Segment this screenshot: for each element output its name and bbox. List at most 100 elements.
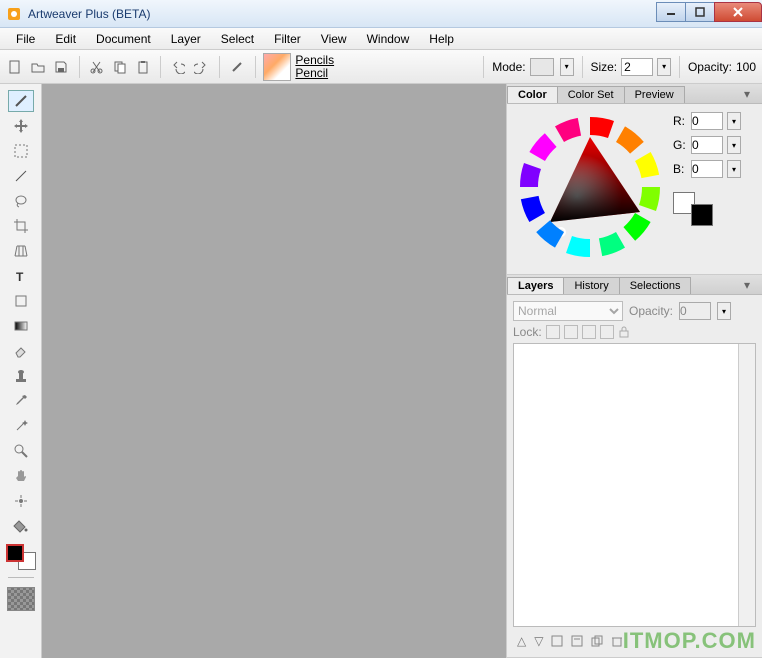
menu-help[interactable]: Help — [421, 30, 462, 48]
b-dd[interactable]: ▾ — [727, 160, 741, 178]
lock-position-icon[interactable] — [564, 325, 578, 339]
layer-opacity-label: Opacity: — [629, 304, 673, 318]
brush-category[interactable]: Pencils — [295, 54, 475, 67]
tool-wand[interactable] — [8, 415, 34, 437]
maximize-button[interactable] — [685, 2, 715, 22]
layer-down-icon[interactable]: ▽ — [534, 634, 543, 648]
mode-field: Mode: ▾ — [492, 58, 573, 76]
tool-lasso[interactable] — [8, 190, 34, 212]
mini-color-swatches[interactable] — [673, 192, 713, 226]
color-panel: Color Color Set Preview ▾ — [507, 84, 762, 275]
menu-view[interactable]: View — [313, 30, 355, 48]
new-file-icon[interactable] — [6, 56, 25, 78]
brush-variant[interactable]: Pencil — [295, 67, 475, 80]
duplicate-layer-icon[interactable] — [591, 635, 603, 647]
size-input[interactable] — [621, 58, 653, 76]
titlebar: Artweaver Plus (BETA) — [0, 0, 762, 28]
lock-all-icon[interactable] — [600, 325, 614, 339]
app-icon — [6, 6, 22, 22]
menu-edit[interactable]: Edit — [47, 30, 84, 48]
tool-hand[interactable] — [8, 465, 34, 487]
size-field: Size: ▾ — [590, 58, 671, 76]
opacity-value: 100 — [736, 60, 756, 74]
open-file-icon[interactable] — [29, 56, 48, 78]
lock-icon — [618, 326, 630, 338]
tab-preview[interactable]: Preview — [624, 86, 685, 103]
layer-opacity-input[interactable] — [679, 302, 711, 320]
tab-color-set[interactable]: Color Set — [557, 86, 625, 103]
panel-menu-icon[interactable]: ▾ — [744, 87, 758, 99]
tool-text[interactable]: T — [8, 265, 34, 287]
tool-gradient[interactable] — [8, 315, 34, 337]
r-dd[interactable]: ▾ — [727, 112, 741, 130]
opacity-label: Opacity: — [688, 60, 732, 74]
foreground-color-swatch[interactable] — [6, 544, 24, 562]
layer-up-icon[interactable]: △ — [517, 634, 526, 648]
paste-icon[interactable] — [133, 56, 152, 78]
redo-icon[interactable] — [192, 56, 211, 78]
g-input[interactable] — [691, 136, 723, 154]
new-group-icon[interactable] — [571, 635, 583, 647]
close-button[interactable] — [714, 2, 762, 22]
tool-eraser[interactable] — [8, 340, 34, 362]
mode-label: Mode: — [492, 60, 525, 74]
tool-stamp[interactable] — [8, 365, 34, 387]
mode-dropdown[interactable]: ▾ — [560, 58, 574, 76]
undo-icon[interactable] — [169, 56, 188, 78]
copy-icon[interactable] — [110, 56, 129, 78]
new-layer-icon[interactable] — [551, 635, 563, 647]
save-icon[interactable] — [52, 56, 71, 78]
minimize-button[interactable] — [656, 2, 686, 22]
tab-color[interactable]: Color — [507, 86, 558, 103]
menu-window[interactable]: Window — [359, 30, 418, 48]
paper-texture-thumb[interactable] — [7, 587, 35, 611]
brush-preview-thumb[interactable] — [263, 53, 291, 81]
size-label: Size: — [590, 60, 617, 74]
menu-filter[interactable]: Filter — [266, 30, 309, 48]
delete-layer-icon[interactable] — [611, 635, 623, 647]
brush-tool-icon[interactable] — [228, 56, 247, 78]
tool-shape[interactable] — [8, 290, 34, 312]
color-swatches[interactable] — [6, 544, 36, 570]
tool-brush[interactable] — [8, 90, 34, 112]
tool-palette: T — [0, 84, 42, 658]
menu-file[interactable]: File — [8, 30, 43, 48]
g-dd[interactable]: ▾ — [727, 136, 741, 154]
menu-select[interactable]: Select — [213, 30, 262, 48]
tool-zoom[interactable] — [8, 440, 34, 462]
layer-opacity-dd[interactable]: ▾ — [717, 302, 731, 320]
scrollbar-up-icon[interactable]: ▲ — [743, 346, 752, 356]
tool-crop[interactable] — [8, 215, 34, 237]
mini-fg-swatch[interactable] — [691, 204, 713, 226]
layer-list[interactable]: ▲ — [513, 343, 756, 627]
tool-move[interactable] — [8, 115, 34, 137]
opacity-field: Opacity: 100 — [688, 60, 756, 74]
tool-eyedropper[interactable] — [8, 390, 34, 412]
color-wheel[interactable] — [515, 112, 665, 262]
layers-panel: Layers History Selections ▾ Normal Opaci… — [507, 275, 762, 658]
r-input[interactable] — [691, 112, 723, 130]
tool-perspective[interactable] — [8, 240, 34, 262]
svg-text:T: T — [16, 270, 24, 284]
canvas-area[interactable] — [42, 84, 506, 658]
tool-marquee[interactable] — [8, 140, 34, 162]
tab-history[interactable]: History — [563, 277, 619, 294]
mode-swatch[interactable] — [530, 58, 554, 76]
b-input[interactable] — [691, 160, 723, 178]
cut-icon[interactable] — [88, 56, 107, 78]
menu-document[interactable]: Document — [88, 30, 159, 48]
tab-selections[interactable]: Selections — [619, 277, 692, 294]
tool-fill[interactable] — [8, 515, 34, 537]
toolbar: Pencils Pencil Mode: ▾ Size: ▾ Opacity: … — [0, 50, 762, 84]
tool-line[interactable] — [8, 165, 34, 187]
blend-mode-select[interactable]: Normal — [513, 301, 623, 321]
lock-pixels-icon[interactable] — [546, 325, 560, 339]
lock-transparency-icon[interactable] — [582, 325, 596, 339]
tab-layers[interactable]: Layers — [507, 277, 564, 294]
tool-event[interactable] — [8, 490, 34, 512]
menu-layer[interactable]: Layer — [163, 30, 209, 48]
r-label: R: — [673, 114, 687, 128]
size-dropdown[interactable]: ▾ — [657, 58, 671, 76]
b-label: B: — [673, 162, 687, 176]
panel-menu-icon[interactable]: ▾ — [744, 278, 758, 290]
